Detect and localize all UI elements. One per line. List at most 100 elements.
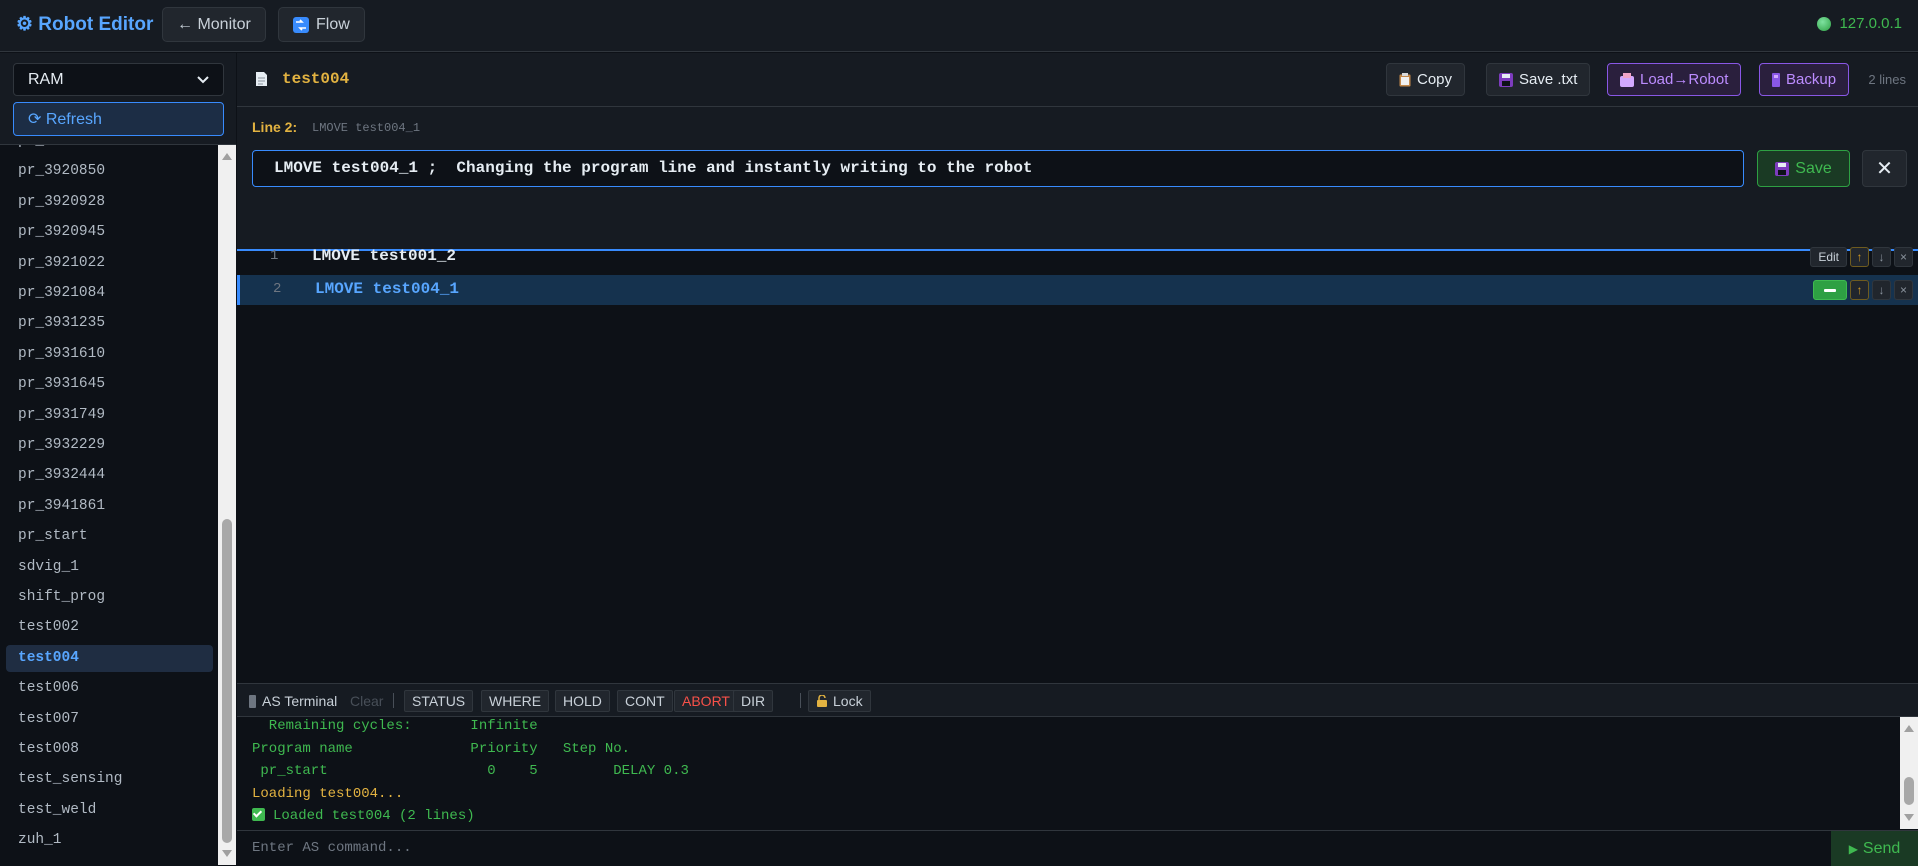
program-list-item[interactable]: test_sensing: [6, 766, 213, 793]
program-list-item[interactable]: test007: [6, 706, 213, 733]
terminal-icon: [249, 695, 256, 708]
line-number: 2: [273, 281, 282, 297]
program-list-item[interactable]: pr_3931749: [6, 402, 213, 429]
move-up-button[interactable]: ↑: [1850, 247, 1869, 267]
program-list-item[interactable]: pr_3920928: [6, 189, 213, 216]
delete-line-button[interactable]: ×: [1894, 280, 1913, 300]
edit-line-button[interactable]: Edit: [1810, 247, 1847, 267]
connection-indicator-icon: [1817, 16, 1832, 31]
terminal-command-status-button[interactable]: STATUS: [404, 690, 474, 712]
program-list-item[interactable]: pr_3932444: [6, 462, 213, 489]
terminal-title: AS Terminal: [262, 693, 338, 709]
main-panel: test004 Copy Save .txt Load→Robot Backup…: [237, 53, 1918, 866]
close-editor-button[interactable]: ✕: [1862, 150, 1907, 187]
refresh-button[interactable]: ⟳ Refresh: [13, 102, 224, 136]
memory-select-value: RAM: [28, 70, 64, 88]
program-list-item[interactable]: test004: [6, 644, 213, 672]
monitor-button[interactable]: ← Monitor: [162, 7, 266, 42]
copy-label: Copy: [1417, 71, 1453, 88]
app-title: ⚙ Robot Editor: [16, 14, 154, 35]
file-name: test004: [282, 70, 350, 88]
backup-button[interactable]: Backup: [1759, 63, 1850, 96]
program-list-item[interactable]: test006: [6, 675, 213, 702]
terminal-line: Loaded test004 (2 lines): [252, 808, 475, 824]
chevron-down-icon: [197, 75, 209, 83]
code-line[interactable]: 1 LMOVE test001_2 Edit ↑ ↓ ×: [237, 242, 1918, 272]
move-up-button[interactable]: ↑: [1850, 280, 1869, 300]
flow-button[interactable]: Flow: [278, 7, 365, 42]
terminal-command-abort-button[interactable]: ABORT: [674, 690, 738, 712]
program-list-item[interactable]: zuh_1: [6, 827, 213, 854]
connection-status: 127.0.0.1: [1817, 15, 1902, 32]
program-list-item[interactable]: pr_3931235: [6, 310, 213, 337]
program-list-item[interactable]: pr_3920842: [6, 145, 213, 155]
delete-line-button[interactable]: ×: [1894, 247, 1913, 267]
save-line-button[interactable]: Save: [1757, 150, 1850, 187]
copy-button[interactable]: Copy: [1386, 63, 1466, 96]
send-label: Send: [1862, 839, 1901, 857]
floppy-disk-icon: [1775, 161, 1790, 176]
terminal-line-text: Loaded test004 (2 lines): [273, 808, 475, 824]
program-list-item[interactable]: pr_3941861: [6, 493, 213, 520]
terminal-output: Remaining cycles: Infinite Program name P…: [237, 717, 1900, 829]
scroll-down-icon[interactable]: [1904, 814, 1914, 821]
program-list-item[interactable]: pr_3920945: [6, 219, 213, 246]
line-edit-input[interactable]: LMOVE test004_1 ; Changing the program l…: [252, 150, 1744, 187]
program-list-item[interactable]: pr_3931610: [6, 341, 213, 368]
save-line-label: Save: [1795, 159, 1832, 177]
load-robot-button[interactable]: Load→Robot: [1607, 63, 1742, 96]
terminal-scrollbar[interactable]: [1900, 717, 1918, 829]
line-preview: LMOVE test004_1: [312, 121, 421, 135]
code-line[interactable]: 2 LMOVE test004_1 ↑ ↓ ×: [237, 275, 1918, 305]
code-view: 1 LMOVE test001_2 Edit ↑ ↓ × 2 LMOVE test004_1 ↑…: [237, 247, 1918, 733]
play-icon: ▶: [1848, 841, 1858, 856]
minus-icon: [1824, 288, 1836, 292]
scrollbar-thumb[interactable]: [1904, 777, 1914, 805]
refresh-label: ⟳ Refresh: [28, 111, 102, 128]
terminal-command-hold-button[interactable]: HOLD: [555, 690, 610, 712]
lock-icon: [817, 695, 827, 707]
terminal-toolbar: AS Terminal Clear STATUS WHERE HOLD CONT ABO…: [237, 683, 1918, 717]
scroll-up-icon[interactable]: [1904, 725, 1914, 732]
check-icon: [252, 808, 265, 821]
program-list-item[interactable]: pr_3920850: [6, 158, 213, 185]
terminal-line: Loading test004...: [252, 785, 404, 802]
scroll-down-icon[interactable]: [222, 850, 232, 857]
memory-select[interactable]: RAM: [13, 63, 224, 96]
program-list-item[interactable]: pr_3921084: [6, 280, 213, 307]
program-list-item[interactable]: pr_3931645: [6, 371, 213, 398]
scrollbar-thumb[interactable]: [222, 519, 232, 843]
divider: [800, 693, 801, 708]
program-list-item[interactable]: test_weld: [6, 797, 213, 824]
sidebar-scrollbar[interactable]: [218, 145, 236, 865]
flow-icon: [293, 16, 309, 33]
load-robot-label: Load→Robot: [1640, 71, 1729, 88]
program-list-item[interactable]: test002: [6, 614, 213, 641]
robot-upload-icon: [1620, 72, 1634, 87]
terminal-line: Remaining cycles: Infinite: [252, 718, 538, 734]
send-button[interactable]: ▶ Send: [1831, 831, 1918, 866]
move-down-button[interactable]: ↓: [1872, 247, 1891, 267]
terminal-command-cont-button[interactable]: CONT: [617, 690, 673, 712]
command-input[interactable]: Enter AS command...: [252, 840, 412, 856]
clear-button[interactable]: Clear: [350, 693, 383, 709]
terminal-command-where-button[interactable]: WHERE: [481, 690, 550, 712]
lock-label: Lock: [833, 693, 863, 709]
line-editor: Line 2: LMOVE test004_1 LMOVE test004_1 …: [237, 107, 1918, 251]
program-list-item[interactable]: pr_3921022: [6, 250, 213, 277]
move-down-button[interactable]: ↓: [1872, 280, 1891, 300]
program-list-item[interactable]: pr_start: [6, 523, 213, 550]
program-list-item[interactable]: test008: [6, 736, 213, 763]
program-list-item[interactable]: shift_prog: [6, 584, 213, 611]
file-icon: [256, 72, 267, 86]
file-toolbar: test004 Copy Save .txt Load→Robot Backup…: [237, 53, 1918, 107]
line-actions: Edit ↑ ↓ ×: [1810, 247, 1913, 267]
terminal-command-dir-button[interactable]: DIR: [733, 690, 774, 712]
program-list-item[interactable]: sdvig_1: [6, 554, 213, 581]
sidebar-header: RAM ⟳ Refresh: [0, 53, 236, 145]
lock-button[interactable]: Lock: [808, 690, 871, 712]
editing-indicator-button[interactable]: [1813, 280, 1847, 300]
program-list-item[interactable]: pr_3932229: [6, 432, 213, 459]
save-txt-button[interactable]: Save .txt: [1486, 63, 1591, 96]
scroll-up-icon[interactable]: [222, 153, 232, 160]
